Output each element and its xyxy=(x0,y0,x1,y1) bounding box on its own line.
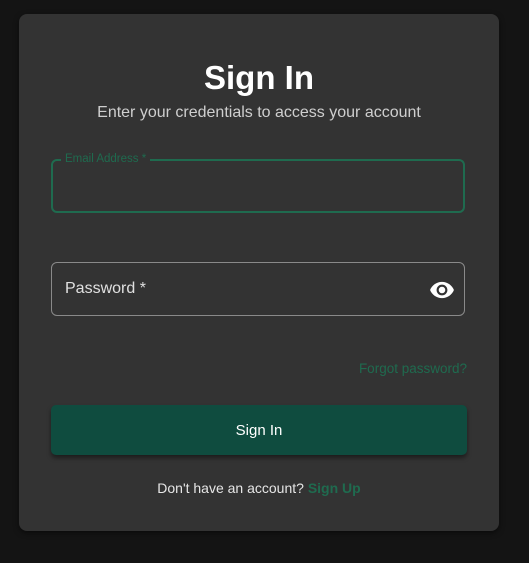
email-field[interactable]: Email Address * xyxy=(51,152,465,213)
password-field[interactable]: Password * xyxy=(51,262,465,316)
sign-in-button[interactable]: Sign In xyxy=(51,405,467,455)
signup-prompt: Don't have an account? Sign Up xyxy=(19,480,499,496)
sign-in-card: Sign In Enter your credentials to access… xyxy=(19,14,499,531)
password-input[interactable] xyxy=(52,263,464,315)
signup-prompt-text: Don't have an account? xyxy=(157,480,304,496)
show-password-icon[interactable] xyxy=(429,277,455,303)
page-subtitle: Enter your credentials to access your ac… xyxy=(97,104,421,121)
email-input[interactable] xyxy=(53,161,463,211)
forgot-password-link[interactable]: Forgot password? xyxy=(359,361,467,376)
page-title: Sign In xyxy=(204,59,314,96)
sign-up-link[interactable]: Sign Up xyxy=(308,480,361,496)
